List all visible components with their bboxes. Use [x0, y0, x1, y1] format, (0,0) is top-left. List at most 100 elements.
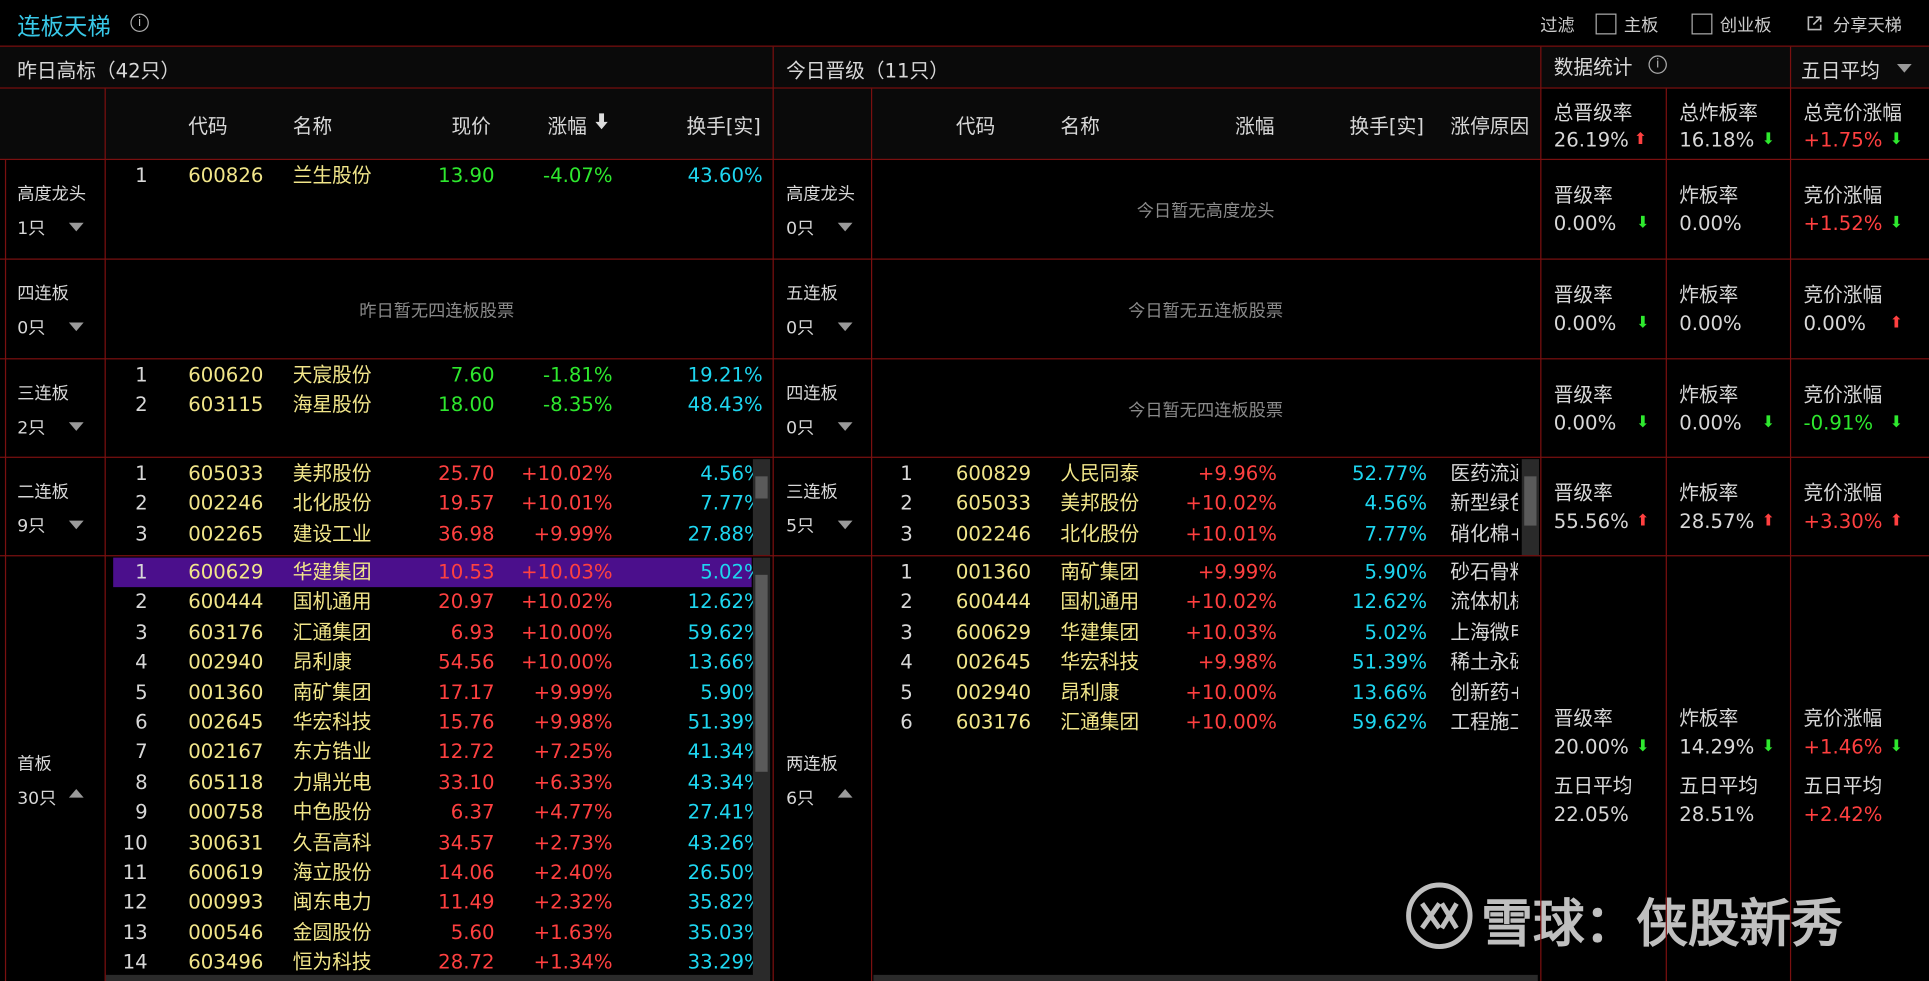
- row-index: 10: [122, 830, 148, 854]
- table-row[interactable]: 2 603115 海星股份 18.00 -8.35% 48.43%: [113, 391, 770, 421]
- expand-icon[interactable]: [68, 520, 84, 530]
- expand-icon[interactable]: [68, 422, 84, 431]
- mid-col-name[interactable]: 名称: [1060, 110, 1099, 140]
- expand-icon[interactable]: [837, 520, 853, 530]
- table-row[interactable]: 5 001360 南矿集团 17.17 +9.99% 5.90%: [113, 678, 763, 708]
- row-index: 12: [122, 890, 148, 914]
- stock-name: 美邦股份: [292, 461, 372, 485]
- row-index: 9: [135, 800, 148, 824]
- divider: [0, 87, 1929, 89]
- first-board-scrollbar[interactable]: [752, 557, 771, 977]
- table-row[interactable]: 4 002940 昂利康 54.56 +10.00% 13.66%: [113, 648, 763, 678]
- sort-desc-icon[interactable]: [595, 113, 608, 130]
- stock-change: +7.25%: [533, 740, 613, 764]
- table-row[interactable]: 3 002246 北化股份 +10.01% 7.77% 硝化棉+: [878, 519, 1518, 549]
- table-row[interactable]: 1 001360 南矿集团 +9.99% 5.90% 砂石骨料+: [878, 558, 1518, 588]
- expand-icon[interactable]: [837, 222, 853, 232]
- horizontal-scrollbar[interactable]: [873, 974, 1538, 981]
- share-icon[interactable]: [1806, 15, 1823, 32]
- stock-change: +10.02%: [521, 461, 613, 485]
- share-ladder-button[interactable]: 分享天梯: [1833, 12, 1902, 37]
- table-row[interactable]: 1 600829 人民同泰 +9.96% 52.77% 医药流通: [878, 459, 1518, 489]
- stock-price: 28.72: [438, 950, 495, 974]
- arrow-down-icon: ⬇: [1761, 737, 1776, 756]
- table-row[interactable]: 4 002645 华宏科技 +9.98% 51.39% 稀土永磁+: [878, 648, 1518, 678]
- stock-change: +10.01%: [521, 491, 613, 515]
- table-row[interactable]: 1 600826 兰生股份 13.90 -4.07% 43.60%: [113, 161, 770, 191]
- mid-col-reason[interactable]: 涨停原因: [1450, 110, 1529, 140]
- horizontal-scrollbar[interactable]: [105, 974, 771, 981]
- table-row[interactable]: 11 600619 海立股份 14.06 +2.40% 26.50%: [113, 858, 763, 888]
- expand-icon[interactable]: [68, 322, 84, 332]
- table-row[interactable]: 2 002246 北化股份 19.57 +10.01% 7.77%: [113, 489, 763, 519]
- row-index: 6: [135, 710, 148, 734]
- stock-change: +9.98%: [533, 710, 613, 734]
- chevron-down-icon: [1896, 64, 1912, 73]
- main-board-label[interactable]: 主板: [1624, 12, 1658, 37]
- stock-turnover: 35.82%: [687, 890, 763, 914]
- section-header-row: [0, 46, 1929, 88]
- mid-third-board-scrollbar[interactable]: [1521, 459, 1539, 556]
- left-col-turnover[interactable]: 换手[实]: [686, 110, 760, 140]
- left-col-price[interactable]: 现价: [451, 110, 490, 140]
- table-row[interactable]: 8 605118 力鼎光电 33.10 +6.33% 43.34%: [113, 768, 763, 798]
- stock-code: 600829: [955, 461, 1032, 485]
- stock-change: +6.33%: [533, 770, 613, 794]
- expand-icon[interactable]: [837, 322, 853, 332]
- left-col-change[interactable]: 涨幅: [547, 110, 586, 140]
- expand-icon[interactable]: [837, 422, 853, 431]
- scrollbar-thumb[interactable]: [1524, 476, 1537, 526]
- table-row[interactable]: 6 002645 华宏科技 15.76 +9.98% 51.39%: [113, 708, 763, 738]
- stat-label: 炸板率: [1679, 283, 1739, 307]
- table-row[interactable]: 3 600629 华建集团 +10.03% 5.02% 上海微电子: [878, 618, 1518, 648]
- gem-board-checkbox[interactable]: [1691, 13, 1713, 35]
- table-row[interactable]: 12 000993 闽东电力 11.49 +2.32% 35.82%: [113, 888, 763, 918]
- row-index: 5: [900, 680, 913, 704]
- stock-name: 华宏科技: [292, 710, 372, 734]
- expand-icon[interactable]: [68, 222, 84, 232]
- table-row[interactable]: 2 605033 美邦股份 +10.02% 4.56% 新型绿色: [878, 489, 1518, 519]
- stock-turnover: 13.66%: [1351, 680, 1428, 704]
- table-row[interactable]: 2 600444 国机通用 +10.02% 12.62% 流体机械+: [878, 588, 1518, 618]
- left-col-code[interactable]: 代码: [188, 110, 227, 140]
- collapse-icon[interactable]: [837, 788, 853, 798]
- mid-col-turnover[interactable]: 换手[实]: [1350, 110, 1424, 140]
- table-row[interactable]: 6 603176 汇通集团 +10.00% 59.62% 工程施工+: [878, 708, 1518, 738]
- table-row[interactable]: 14 603496 恒为科技 28.72 +1.34% 33.29%: [113, 948, 763, 978]
- table-row[interactable]: 9 000758 中色股份 6.37 +4.77% 27.41%: [113, 798, 763, 828]
- table-row[interactable]: 1 600629 华建集团 10.53 +10.03% 5.02%: [113, 557, 763, 588]
- stat-label: 竞价涨幅: [1803, 283, 1883, 307]
- scrollbar-thumb[interactable]: [755, 476, 768, 499]
- second-board-scrollbar[interactable]: [752, 459, 771, 556]
- stock-price: 11.49: [438, 890, 495, 914]
- info-icon[interactable]: i: [130, 13, 149, 33]
- table-row[interactable]: 2 600444 国机通用 20.97 +10.02% 12.62%: [113, 588, 763, 618]
- table-row[interactable]: 3 002265 建设工业 36.98 +9.99% 27.88%: [113, 519, 763, 549]
- stat-label: 竞价涨幅: [1803, 481, 1883, 505]
- table-row[interactable]: 5 002940 昂利康 +10.00% 13.66% 创新药+化: [878, 678, 1518, 708]
- gem-board-label[interactable]: 创业板: [1720, 12, 1772, 37]
- scrollbar-thumb[interactable]: [755, 574, 768, 772]
- stock-turnover: 7.77%: [1364, 521, 1428, 546]
- stock-code: 600826: [188, 163, 264, 188]
- tier-count: 6只: [786, 788, 815, 809]
- table-row[interactable]: 1 605033 美邦股份 25.70 +10.02% 4.56%: [113, 459, 763, 489]
- table-row[interactable]: 13 000546 金圆股份 5.60 +1.63% 35.03%: [113, 918, 763, 948]
- arrow-down-icon: ⬇: [1636, 413, 1650, 433]
- table-row[interactable]: 10 300631 久吾高科 34.57 +2.73% 43.26%: [113, 828, 763, 858]
- stat-value: 0.00%: [1679, 411, 1742, 435]
- table-row[interactable]: 7 002167 东方锆业 12.72 +7.25% 41.34%: [113, 738, 763, 768]
- left-col-name[interactable]: 名称: [293, 110, 332, 140]
- table-row[interactable]: 3 603176 汇通集团 6.93 +10.00% 59.62%: [113, 618, 763, 648]
- five-day-value: 22.05%: [1553, 802, 1629, 826]
- collapse-icon[interactable]: [68, 788, 84, 798]
- stat-label: 竞价涨幅: [1803, 382, 1883, 407]
- stats-info-icon[interactable]: i: [1648, 55, 1667, 74]
- five-day-dropdown[interactable]: 五日平均: [1794, 49, 1927, 83]
- stock-price: 36.98: [438, 521, 495, 546]
- main-board-checkbox[interactable]: [1595, 13, 1617, 35]
- table-row[interactable]: 1 600620 天宸股份 7.60 -1.81% 19.21%: [113, 361, 770, 391]
- stock-change: +4.77%: [533, 800, 613, 824]
- mid-col-code[interactable]: 代码: [956, 110, 995, 140]
- mid-col-change[interactable]: 涨幅: [1235, 110, 1274, 140]
